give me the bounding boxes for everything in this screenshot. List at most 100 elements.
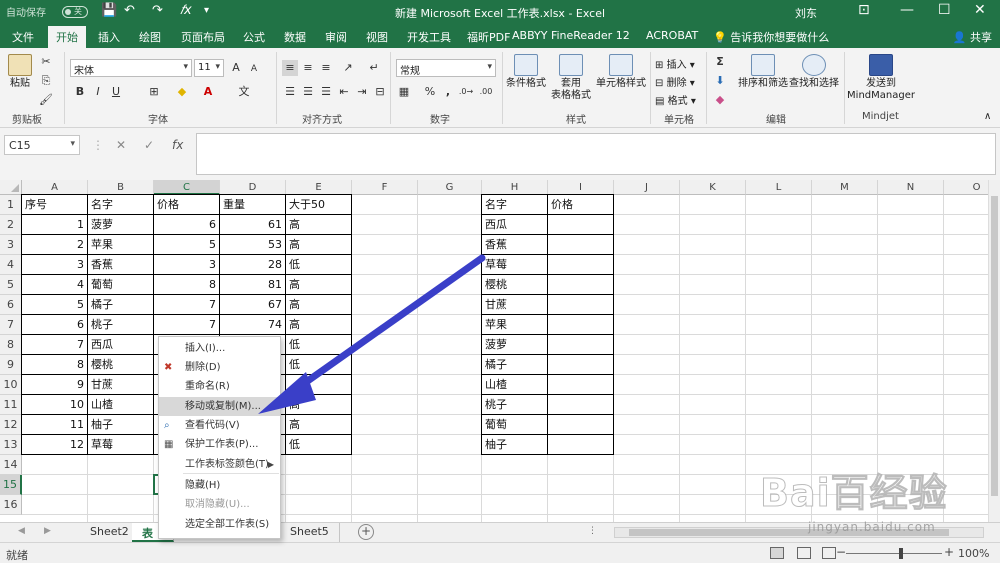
minimize-icon[interactable]: — (900, 2, 914, 18)
row-header-14[interactable]: 14 (0, 455, 22, 475)
table1-cell[interactable]: 4 (22, 275, 87, 294)
sort-filter-button[interactable]: 排序和筛选 (738, 54, 788, 90)
tab-draw[interactable]: 绘图 (139, 29, 161, 45)
tab-data[interactable]: 数据 (284, 29, 306, 45)
table2-header-cell[interactable]: 名字 (482, 195, 547, 214)
column-header-o[interactable]: O (944, 180, 988, 195)
table1-cell[interactable]: 高 (286, 275, 351, 294)
table1-cell[interactable]: 61 (220, 215, 285, 234)
table1-cell[interactable]: 11 (22, 415, 87, 434)
decrease-decimal-icon[interactable]: .00 (478, 84, 494, 100)
table1-cell[interactable]: 6 (154, 215, 219, 234)
column-header-f[interactable]: F (352, 180, 418, 195)
find-select-button[interactable]: 查找和选择 (788, 54, 840, 90)
table1-cell[interactable]: 低 (286, 435, 351, 454)
column-header-l[interactable]: L (746, 180, 812, 195)
column-header-j[interactable]: J (614, 180, 680, 195)
row-header-10[interactable]: 10 (0, 375, 22, 395)
merge-center-icon[interactable]: ⊟ (372, 84, 388, 100)
table2-cell[interactable]: 草莓 (482, 255, 547, 274)
table2-cell[interactable]: 甘蔗 (482, 295, 547, 314)
table1-header-cell[interactable]: 重量 (220, 195, 285, 214)
underline-button[interactable]: U (108, 84, 124, 100)
accounting-format-icon[interactable]: ▦ (396, 84, 412, 100)
column-header-g[interactable]: G (418, 180, 482, 195)
tab-review[interactable]: 审阅 (325, 29, 347, 45)
table1-cell[interactable]: 草莓 (88, 435, 153, 454)
table1-cell[interactable]: 12 (22, 435, 87, 454)
table1-cell[interactable]: 葡萄 (88, 275, 153, 294)
row-header-12[interactable]: 12 (0, 415, 22, 435)
row-header-7[interactable]: 7 (0, 315, 22, 335)
close-icon[interactable]: ✕ (974, 2, 986, 18)
row-header-11[interactable]: 11 (0, 395, 22, 415)
add-sheet-button[interactable]: + (358, 524, 374, 540)
insert-cells-button[interactable]: ⊞ 插入 ▾ (655, 56, 695, 71)
table2-cell[interactable]: 香蕉 (482, 235, 547, 254)
next-sheet-icon[interactable]: ▶ (44, 526, 51, 536)
table1-cell[interactable]: 74 (220, 315, 285, 334)
table1-cell[interactable]: 3 (22, 255, 87, 274)
increase-indent-icon[interactable]: ⇥ (354, 84, 370, 100)
column-header-a[interactable]: A (22, 180, 88, 195)
page-break-view-icon[interactable] (822, 547, 836, 559)
table1-cell[interactable]: 6 (22, 315, 87, 334)
page-layout-view-icon[interactable] (797, 547, 811, 559)
table2-cell[interactable]: 桃子 (482, 395, 547, 414)
vertical-scrollbar[interactable] (988, 180, 1000, 522)
fill-icon[interactable]: ⬇ (712, 73, 728, 89)
column-header-n[interactable]: N (878, 180, 944, 195)
table1-cell[interactable]: 10 (22, 395, 87, 414)
table1-cell[interactable]: 81 (220, 275, 285, 294)
name-box[interactable]: C15 (4, 135, 80, 155)
insert-function-icon[interactable]: fx (172, 138, 183, 152)
row-header-15[interactable]: 15 (0, 475, 22, 495)
select-all-corner[interactable] (0, 180, 22, 195)
table1-cell[interactable]: 桃子 (88, 315, 153, 334)
row-header-2[interactable]: 2 (0, 215, 22, 235)
tab-page-layout[interactable]: 页面布局 (181, 29, 225, 45)
tab-developer[interactable]: 开发工具 (407, 29, 451, 45)
number-format-select[interactable]: 常规 (396, 59, 496, 77)
row-header-6[interactable]: 6 (0, 295, 22, 315)
italic-button[interactable]: I (90, 84, 106, 100)
row-header-1[interactable]: 1 (0, 195, 22, 215)
format-cells-button[interactable]: ▤ 格式 ▾ (655, 92, 696, 107)
table1-cell[interactable]: 28 (220, 255, 285, 274)
table1-cell[interactable]: 5 (154, 235, 219, 254)
column-header-c[interactable]: C (154, 180, 220, 195)
send-to-mindmanager-button[interactable]: 发送到 MindManager (846, 54, 916, 102)
table2-cell[interactable]: 橘子 (482, 355, 547, 374)
decrease-indent-icon[interactable]: ⇤ (336, 84, 352, 100)
column-header-h[interactable]: H (482, 180, 548, 195)
paste-button[interactable]: 粘贴 (6, 54, 34, 90)
table1-cell[interactable]: 7 (154, 295, 219, 314)
tab-abbyy[interactable]: ABBYY FineReader 12 (512, 29, 630, 42)
table2-cell[interactable]: 葡萄 (482, 415, 547, 434)
zoom-slider[interactable] (846, 553, 942, 554)
table2-cell[interactable]: 西瓜 (482, 215, 547, 234)
zoom-out-icon[interactable]: − (836, 545, 846, 559)
table1-cell[interactable]: 2 (22, 235, 87, 254)
table2-cell[interactable]: 柚子 (482, 435, 547, 454)
align-left-icon[interactable]: ☰ (282, 84, 298, 100)
row-header-3[interactable]: 3 (0, 235, 22, 255)
table1-cell[interactable]: 9 (22, 375, 87, 394)
orientation-icon[interactable]: ↗ (340, 60, 356, 76)
column-header-m[interactable]: M (812, 180, 878, 195)
vertical-scroll-thumb[interactable] (991, 196, 998, 496)
tab-formulas[interactable]: 公式 (243, 29, 265, 45)
enter-formula-icon[interactable]: ✓ (144, 138, 154, 152)
tab-split-icon[interactable]: ⋮ (588, 526, 597, 536)
format-painter-icon[interactable]: 🖌 (38, 92, 54, 108)
table1-cell[interactable]: 3 (154, 255, 219, 274)
zoom-level[interactable]: 100% (958, 547, 989, 560)
horizontal-scroll-thumb[interactable] (629, 529, 949, 536)
zoom-in-icon[interactable]: + (944, 545, 954, 559)
table1-header-cell[interactable]: 序号 (22, 195, 87, 214)
wrap-text-icon[interactable]: ↵ (366, 60, 382, 76)
borders-icon[interactable]: ⊞ (146, 84, 162, 100)
sheet-tab-sheet2[interactable]: Sheet2 (80, 523, 140, 542)
table1-cell[interactable]: 高 (286, 415, 351, 434)
fill-color-icon[interactable]: ◆ (174, 84, 190, 100)
